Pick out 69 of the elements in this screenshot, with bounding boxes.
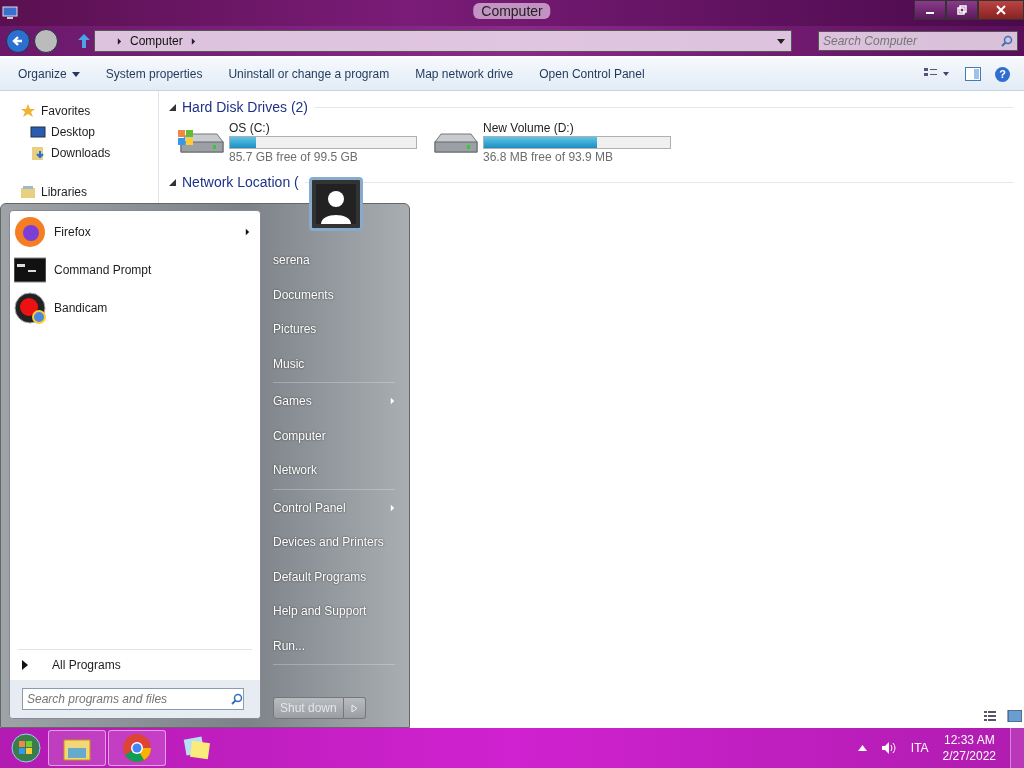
nav-item[interactable]: Desktop: [0, 121, 158, 142]
program-item[interactable]: Command Prompt: [10, 251, 260, 289]
preview-pane-icon[interactable]: [965, 67, 981, 81]
collapse-icon[interactable]: [169, 103, 176, 111]
drive-name[interactable]: OS (C:): [229, 121, 417, 135]
submenu-arrow-icon: [390, 503, 395, 512]
program-label: Firefox: [54, 225, 92, 239]
search-field[interactable]: Search Computer: [818, 31, 1018, 51]
search-icon: [231, 693, 243, 705]
program-label: Command Prompt: [54, 263, 153, 277]
clock[interactable]: 12:33 AM 2/27/2022: [942, 732, 996, 764]
submenu-arrow-icon: [245, 228, 250, 236]
view-toggle-icon[interactable]: [984, 710, 1022, 722]
collapse-icon[interactable]: [169, 178, 176, 186]
program-label: Bandicam: [54, 301, 109, 315]
caret-icon: [71, 71, 80, 77]
close-icon: [996, 5, 1006, 15]
close-button[interactable]: [978, 0, 1024, 20]
terminal-icon: [14, 254, 46, 286]
shutdown-options-button[interactable]: [343, 697, 366, 719]
help-button[interactable]: ?: [995, 66, 1010, 82]
library-icon: [20, 184, 36, 200]
breadcrumb[interactable]: Computer: [130, 34, 183, 48]
restore-button[interactable]: [946, 0, 978, 20]
desktop-icon: [30, 123, 46, 140]
address-field[interactable]: Computer: [94, 30, 792, 52]
forward-button[interactable]: [34, 29, 58, 53]
search-icon: [1001, 35, 1013, 47]
taskbar-app[interactable]: [108, 730, 166, 766]
program-item[interactable]: Firefox: [10, 213, 260, 251]
expand-arrow-icon: [22, 660, 28, 670]
browser-icon: [122, 733, 152, 763]
toolbar-button[interactable]: Map network drive: [405, 63, 524, 85]
program-item[interactable]: Bandicam: [10, 289, 260, 327]
star-icon: [20, 102, 36, 119]
dropdown-caret-icon[interactable]: [777, 38, 785, 44]
search-field[interactable]: Search programs and files: [22, 688, 244, 710]
sticky-notes-icon: [182, 734, 212, 762]
chevron-icon[interactable]: [190, 37, 196, 45]
nav-item[interactable]: Downloads: [0, 142, 158, 163]
toolbar-button[interactable]: Open Control Panel: [529, 63, 655, 85]
up-arrow-icon[interactable]: [78, 34, 90, 48]
group-header[interactable]: Hard Disk Drives (2): [182, 99, 308, 115]
submenu-arrow-icon: [390, 397, 395, 406]
computer-icon: [2, 5, 18, 21]
free-space-text: 85.7 GB free of 99.5 GB: [229, 150, 359, 164]
firefox-icon: [14, 216, 46, 248]
group-header[interactable]: Network Location (: [182, 174, 299, 190]
language-indicator[interactable]: ITA: [910, 741, 929, 755]
show-hidden-icons-button[interactable]: [857, 745, 867, 751]
minimize-button[interactable]: [914, 0, 946, 20]
toolbar-button[interactable]: System properties: [95, 63, 213, 85]
drive-name[interactable]: New Volume (D:): [483, 121, 671, 135]
back-button[interactable]: [6, 29, 30, 53]
toolbar-button[interactable]: Uninstall or change a program: [218, 63, 400, 85]
volume-icon[interactable]: [880, 741, 897, 755]
user-avatar[interactable]: [309, 177, 363, 231]
taskbar-app[interactable]: [48, 730, 106, 766]
restore-icon: [957, 5, 967, 15]
record-icon: [14, 292, 46, 324]
minimize-icon: [926, 12, 934, 14]
toolbar-button[interactable]: Organize: [8, 63, 90, 85]
free-space-text: 36.8 MB free of 93.9 MB: [483, 150, 615, 164]
play-arrow-icon: [350, 703, 358, 713]
chevron-icon[interactable]: [117, 37, 122, 45]
download-folder-icon: [30, 144, 46, 161]
window-title: Computer: [473, 3, 551, 19]
nav-item[interactable]: Libraries: [0, 183, 158, 201]
nav-item[interactable]: Favorites: [0, 100, 158, 121]
